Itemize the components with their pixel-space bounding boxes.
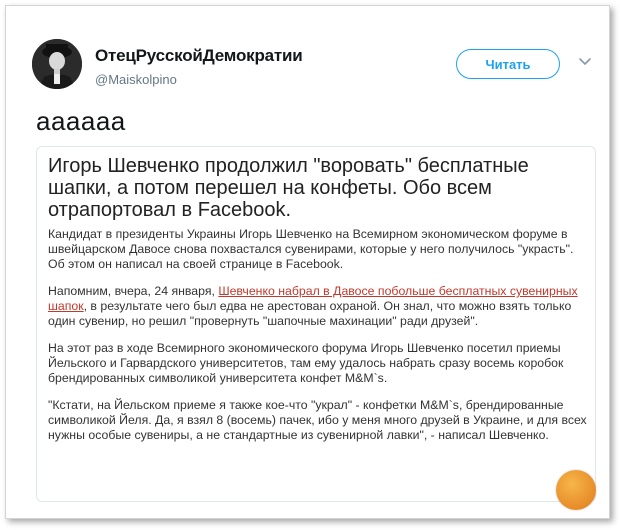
paragraph-text: , в результате чего был едва не арестова… bbox=[48, 299, 572, 328]
article-paragraph: "Кстати, на Йельском приеме я также кое-… bbox=[48, 398, 587, 442]
article-paragraph: Кандидат в президенты Украины Игорь Шевч… bbox=[48, 227, 574, 271]
tweet-screenshot-frame: ОтецРусскойДемократии @Maiskolpino Читат… bbox=[5, 5, 610, 519]
article-paragraph: Напомним, вчера, 24 января, Шевченко наб… bbox=[48, 284, 588, 329]
paragraph-text: Напомним, вчера, 24 января, bbox=[48, 284, 219, 298]
watermark-logo bbox=[556, 470, 596, 510]
follow-button[interactable]: Читать bbox=[456, 49, 560, 79]
embedded-article-card[interactable]: Игорь Шевченко продолжил "воровать" бесп… bbox=[36, 146, 596, 502]
article-paragraph: На этот раз в ходе Всемирного экономичес… bbox=[48, 341, 564, 385]
article-body: Кандидат в президенты Украины Игорь Шевч… bbox=[48, 227, 588, 455]
author-name[interactable]: ОтецРусскойДемократии bbox=[95, 46, 303, 66]
author-handle[interactable]: @Maiskolpino bbox=[95, 72, 177, 87]
chevron-down-icon[interactable] bbox=[578, 57, 592, 67]
avatar[interactable] bbox=[32, 39, 82, 89]
tweet-text: аааааа bbox=[36, 106, 126, 136]
article-headline: Игорь Шевченко продолжил "воровать" бесп… bbox=[48, 155, 529, 221]
